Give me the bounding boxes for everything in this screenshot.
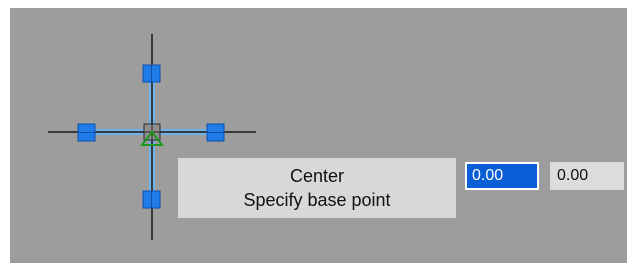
grip-handle-icon	[206, 123, 225, 142]
grip-handle-icon	[77, 123, 96, 142]
x-coordinate-input[interactable]: 0.00	[465, 162, 539, 190]
tooltip-prompt: Specify base point	[243, 190, 391, 210]
y-coordinate-input[interactable]: 0.00	[550, 162, 624, 190]
grip-handle-icon	[142, 64, 161, 83]
dynamic-input-tooltip: Center Specify base point	[178, 158, 456, 218]
tooltip-title: Center	[289, 166, 345, 186]
drawing-canvas[interactable]: Center Specify base point 0.00 0.00	[10, 8, 627, 263]
grip-handle-icon	[142, 190, 161, 209]
crosshair-cursor-icon	[48, 34, 256, 240]
